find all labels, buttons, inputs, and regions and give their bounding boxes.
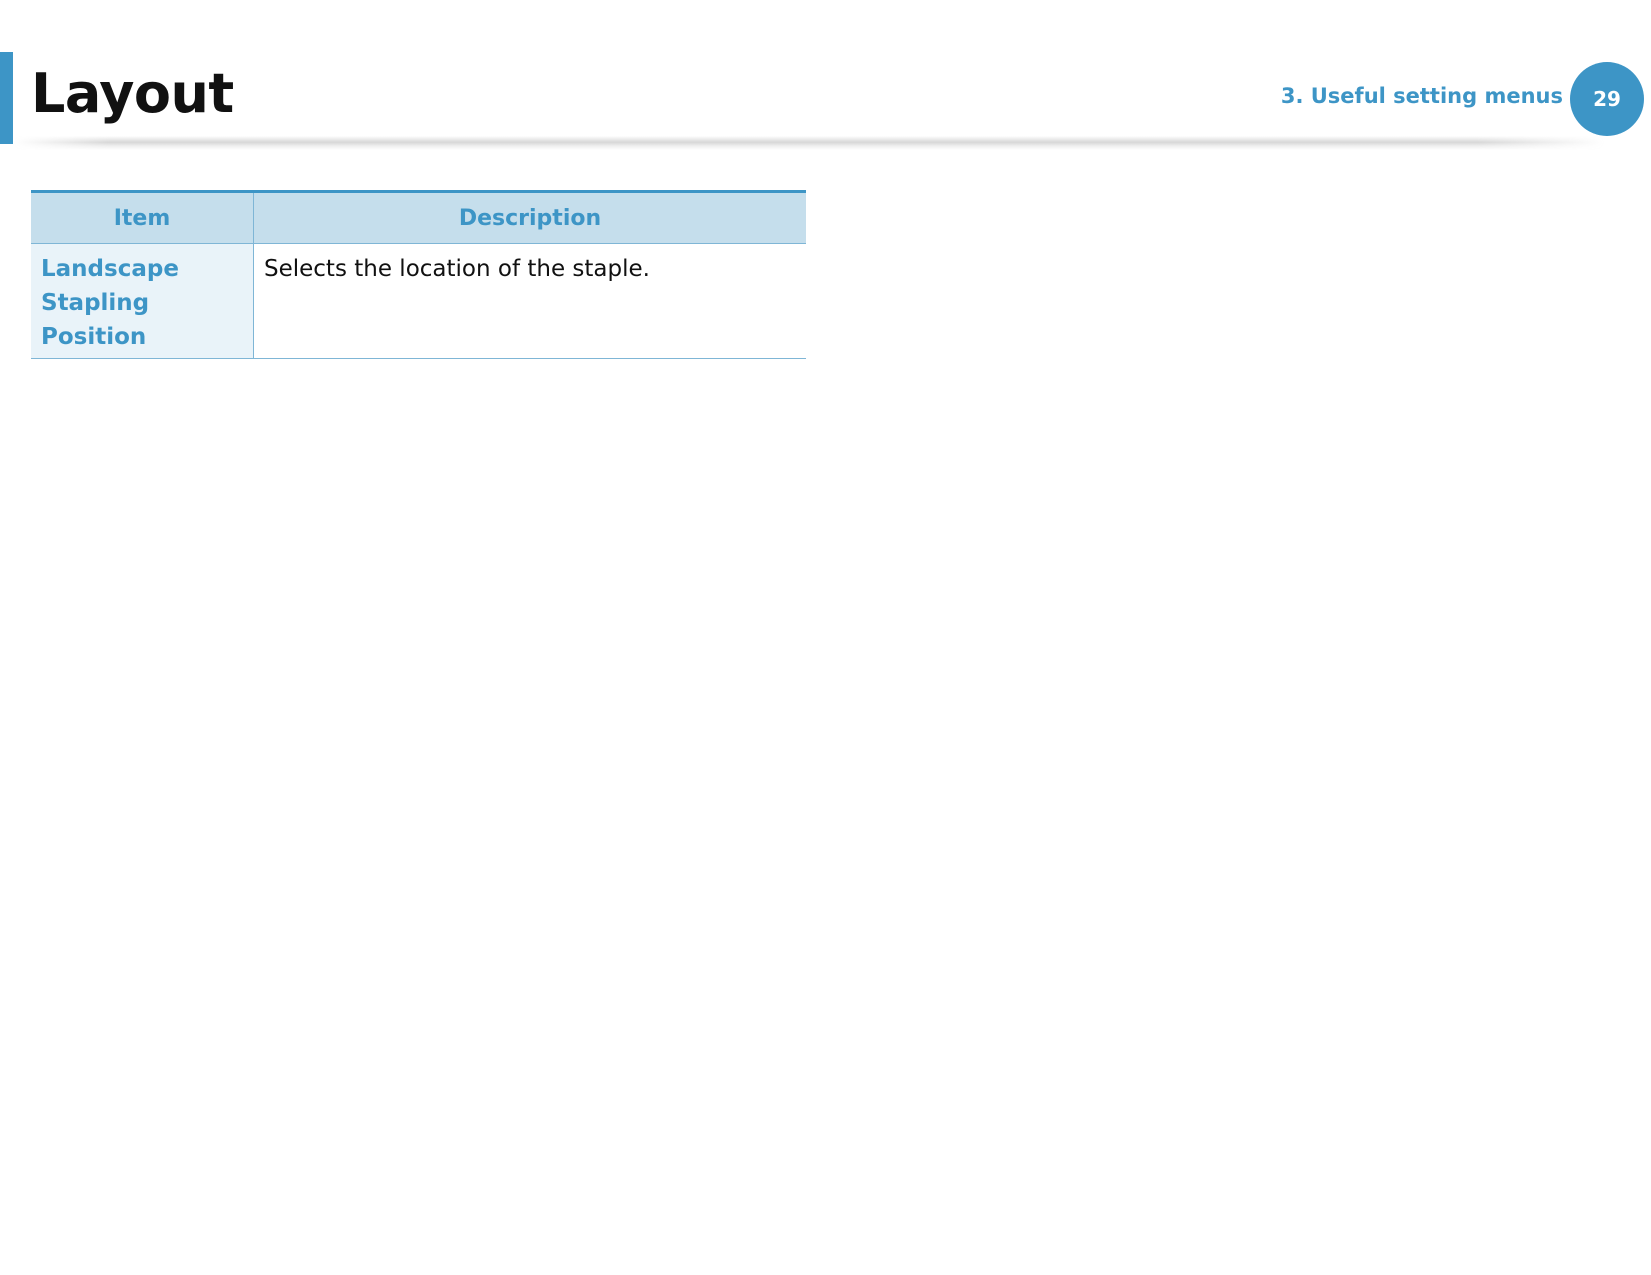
page-title: Layout — [31, 62, 234, 125]
header-divider — [14, 136, 1604, 150]
table-header-row: Item Description — [31, 191, 806, 244]
title-accent-bar — [0, 52, 13, 144]
item-name-cell: Landscape Stapling Position — [31, 243, 254, 359]
column-header-item: Item — [31, 191, 254, 244]
table-row: Landscape Stapling Position Selects the … — [31, 243, 806, 359]
settings-table: Item Description Landscape Stapling Posi… — [31, 190, 806, 359]
item-description-cell: Selects the location of the staple. — [253, 243, 806, 359]
page-number-badge: 29 — [1570, 62, 1644, 136]
chapter-label: 3. Useful setting menus — [1280, 84, 1563, 108]
column-header-description: Description — [253, 191, 806, 244]
